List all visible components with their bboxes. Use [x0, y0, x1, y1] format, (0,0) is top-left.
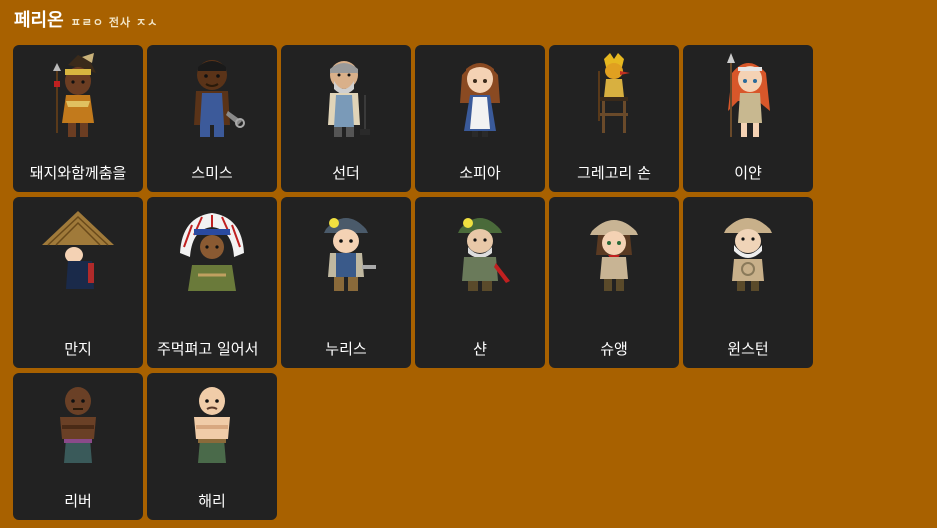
- npc-name: 슈앵: [600, 340, 628, 358]
- npc-card[interactable]: 선더: [281, 45, 411, 192]
- npc-name: 누리스: [325, 340, 367, 358]
- page-subtitle: ㅍㄹㅇ 전사 ㅈㅅ: [70, 16, 159, 29]
- npc-card[interactable]: 샨: [415, 197, 545, 368]
- old-smith-icon: [306, 51, 386, 141]
- blacksmith-icon: [172, 51, 252, 141]
- npc-card[interactable]: 해리: [147, 373, 277, 520]
- page-header: 페리온 ㅍㄹㅇ 전사 ㅈㅅ: [14, 6, 158, 34]
- npc-name: 소피아: [459, 164, 501, 182]
- npc-name: 리버: [64, 492, 92, 510]
- npc-card[interactable]: 그레고리 손: [549, 45, 679, 192]
- bald-fighter-icon: [172, 379, 252, 469]
- npc-card[interactable]: 누리스: [281, 197, 411, 368]
- npc-card[interactable]: 이얀: [683, 45, 813, 192]
- npc-name: 해리: [198, 492, 226, 510]
- npc-name: 주먹펴고 일어서: [157, 340, 259, 358]
- muscular-man-icon: [38, 379, 118, 469]
- npc-name: 선더: [332, 164, 360, 182]
- npc-card[interactable]: 주먹펴고 일어서: [147, 197, 277, 368]
- old-explorer-icon: [708, 205, 788, 295]
- npc-name: 돼지와함께춤을: [29, 164, 127, 182]
- golden-bird-man-icon: [574, 51, 654, 141]
- npc-name: 스미스: [191, 164, 233, 182]
- npc-card[interactable]: 윈스턴: [683, 197, 813, 368]
- tribal-warrior-icon: [38, 51, 118, 141]
- npc-card[interactable]: 만지: [13, 197, 143, 368]
- red-haired-spear-girl-icon: [708, 51, 788, 141]
- npc-name: 샨: [473, 340, 487, 358]
- npc-card[interactable]: 돼지와함께춤을: [13, 45, 143, 192]
- npc-name: 만지: [64, 340, 92, 358]
- npc-name: 그레고리 손: [577, 164, 651, 182]
- npc-card[interactable]: 스미스: [147, 45, 277, 192]
- npc-card[interactable]: 소피아: [415, 45, 545, 192]
- chief-headdress-icon: [172, 205, 252, 295]
- maid-girl-icon: [440, 51, 520, 141]
- miner-helmet-icon: [306, 205, 386, 295]
- npc-name: 윈스턴: [727, 340, 769, 358]
- explorer-girl-icon: [574, 205, 654, 295]
- npc-name: 이얀: [734, 164, 762, 182]
- npc-card[interactable]: 슈앵: [549, 197, 679, 368]
- straw-hat-swordsman-icon: [38, 205, 118, 295]
- npc-card[interactable]: 리버: [13, 373, 143, 520]
- page-title: 페리온: [14, 10, 64, 31]
- old-miner-icon: [440, 205, 520, 295]
